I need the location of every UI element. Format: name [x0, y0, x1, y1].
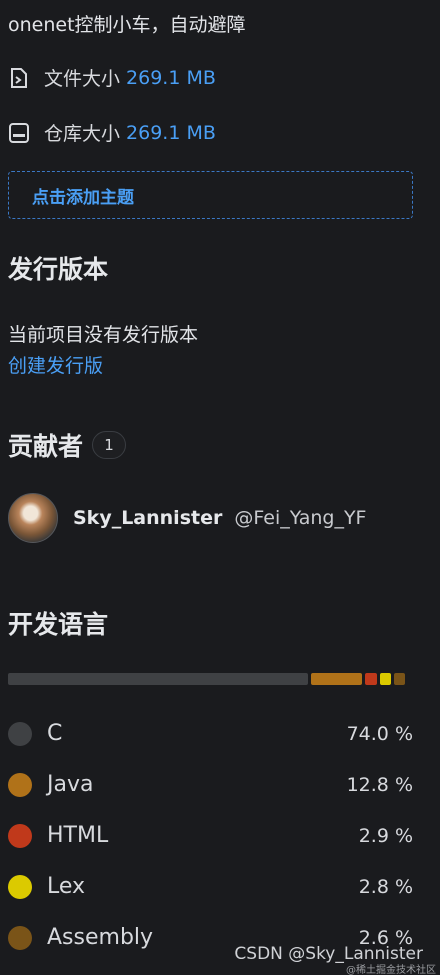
language-row-html: HTML 2.9 % — [8, 823, 413, 848]
file-size-value: 269.1 MB — [126, 66, 216, 89]
language-bar-segment — [365, 673, 378, 685]
language-percent: 12.8 % — [346, 773, 413, 796]
language-name: Lex — [47, 874, 86, 899]
language-color-dot — [8, 721, 32, 746]
repo-size-row: 仓库大小 269.1 MB — [8, 119, 216, 146]
language-row-lex: Lex 2.8 % — [8, 874, 413, 899]
repo-size-value: 269.1 MB — [126, 121, 216, 144]
language-percent: 2.8 % — [358, 875, 413, 898]
contributor-item[interactable]: Sky_Lannister @Fei_Yang_YF — [8, 493, 367, 543]
file-size-row: 文件大小 269.1 MB — [8, 64, 216, 91]
contributor-handle[interactable]: @Fei_Yang_YF — [234, 507, 366, 529]
language-name: Assembly — [47, 925, 154, 950]
repo-description: onenet控制小车，自动避障 — [8, 14, 246, 36]
language-row-c: C 74.0 % — [8, 721, 413, 746]
language-color-dot — [8, 823, 32, 848]
file-size-label: 文件大小 — [44, 68, 121, 90]
releases-title: 发行版本 — [8, 255, 109, 284]
language-name: HTML — [47, 823, 109, 848]
language-name: C — [47, 721, 63, 746]
language-color-dot — [8, 874, 32, 899]
watermark-sub: @稀土掘金技术社区 — [346, 965, 436, 975]
contributors-count-badge: 1 — [92, 431, 127, 459]
contributors-title: 贡献者 1 — [8, 427, 127, 463]
language-bar-segment — [310, 673, 363, 685]
add-topic-button[interactable]: 点击添加主题 — [8, 171, 413, 219]
create-release-link[interactable]: 创建发行版 — [8, 351, 103, 378]
language-bar-segment — [394, 673, 405, 685]
language-bar — [8, 673, 408, 685]
language-bar-segment — [380, 673, 392, 685]
no-releases-text: 当前项目没有发行版本 — [8, 324, 199, 346]
contributor-name[interactable]: Sky_Lannister — [73, 507, 222, 529]
language-color-dot — [8, 772, 32, 797]
language-percent: 74.0 % — [346, 722, 413, 745]
avatar[interactable] — [8, 493, 58, 543]
language-color-dot — [8, 925, 32, 950]
file-icon — [8, 67, 30, 89]
repo-size-label: 仓库大小 — [44, 123, 121, 145]
language-row-java: Java 12.8 % — [8, 772, 413, 797]
storage-icon — [8, 122, 30, 144]
language-name: Java — [47, 772, 94, 797]
languages-title: 开发语言 — [8, 610, 109, 639]
language-percent: 2.9 % — [358, 824, 413, 847]
contributors-title-text: 贡献者 — [8, 432, 84, 461]
language-bar-segment — [8, 673, 308, 685]
